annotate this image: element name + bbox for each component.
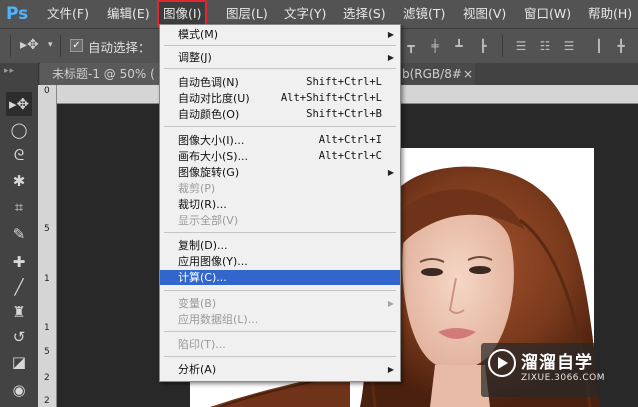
menu-separator: [164, 45, 396, 46]
ruler-mark: 2: [44, 396, 50, 406]
menu-item-adjustments[interactable]: 调整(J) ▶: [160, 50, 400, 65]
menu-item-image-size[interactable]: 图像大小(I)... Alt+Ctrl+I: [160, 133, 400, 148]
image-menu-dropdown: 模式(M) ▶ 调整(J) ▶ 自动色调(N) Shift+Ctrl+L 自动对比度(…: [159, 24, 401, 382]
distribute-top-icon[interactable]: ☰: [514, 39, 528, 53]
move-tool-icon[interactable]: ▸✥: [6, 92, 32, 116]
ruler-mark: 0: [44, 86, 50, 96]
align-bottom-icon[interactable]: ┻: [452, 39, 466, 53]
tab-close-icon[interactable]: ×: [461, 63, 475, 85]
menu-item-variables: 变量(B) ▶: [178, 297, 394, 310]
divider: [502, 35, 503, 57]
menu-view[interactable]: 视图(V): [459, 0, 510, 28]
photoshop-logo: Ps: [6, 4, 29, 24]
menu-item-canvas-size[interactable]: 画布大小(S)... Alt+Ctrl+C: [160, 149, 400, 164]
lasso-tool-icon[interactable]: ᘓ: [6, 143, 32, 167]
ruler-mark: 1: [44, 274, 50, 284]
watermark-logo-icon: [488, 349, 516, 377]
magic-wand-icon[interactable]: ✱: [6, 169, 32, 193]
menu-file[interactable]: 文件(F): [43, 0, 93, 28]
menu-item-auto-tone[interactable]: 自动色调(N) Shift+Ctrl+L: [160, 75, 400, 90]
distribute-left-icon[interactable]: ┃: [592, 39, 606, 53]
crop-tool-icon[interactable]: ⌗: [6, 195, 32, 219]
menu-item-auto-color[interactable]: 自动颜色(O) Shift+Ctrl+B: [160, 107, 400, 122]
vertical-ruler: [38, 85, 57, 407]
paint-bucket-icon[interactable]: ◉: [6, 378, 32, 402]
auto-select-label: 自动选择：: [88, 40, 151, 55]
menu-separator: [164, 126, 396, 127]
align-vcenter-icon[interactable]: ╪: [428, 39, 442, 53]
menu-edit[interactable]: 编辑(E): [103, 0, 154, 28]
menu-item-image-rotation[interactable]: 图像旋转(G) ▶: [160, 165, 400, 180]
ruler-mark: 2: [44, 373, 50, 383]
chevron-down-icon[interactable]: ▾: [48, 40, 53, 50]
divider: [60, 35, 61, 57]
menu-item-trap: 陷印(T)...: [178, 338, 226, 351]
ruler-mark: 5: [44, 224, 50, 234]
ruler-mark: 5: [44, 347, 50, 357]
menu-item-apply-image[interactable]: 应用图像(Y)...: [160, 254, 400, 269]
distribute-hcenter-icon[interactable]: ╋: [614, 39, 628, 53]
brush-tool-icon[interactable]: ╱: [6, 275, 32, 299]
move-tool-icon[interactable]: ▸✥: [20, 37, 39, 53]
distribute-bottom-icon[interactable]: ☰: [562, 39, 576, 53]
menu-item-reveal-all: 显示全部(V): [178, 214, 239, 227]
menu-help[interactable]: 帮助(H): [584, 0, 636, 28]
watermark-title: 溜溜自学: [521, 353, 593, 373]
menu-item-crop: 裁剪(P): [178, 182, 216, 195]
eraser-tool-icon[interactable]: ◪: [6, 350, 32, 374]
eyedropper-icon[interactable]: ✎: [6, 222, 32, 246]
history-brush-icon[interactable]: ↺: [6, 325, 32, 349]
panel-grip-icon[interactable]: ▸▸: [4, 66, 15, 76]
align-left-icon[interactable]: ┣: [476, 39, 490, 53]
menu-separator: [164, 68, 396, 69]
menu-filter[interactable]: 滤镜(T): [399, 0, 449, 28]
menu-separator: [164, 290, 396, 291]
clone-stamp-icon[interactable]: ♜: [6, 300, 32, 324]
menu-window[interactable]: 窗口(W): [520, 0, 575, 28]
menu-item-duplicate[interactable]: 复制(D)...: [160, 238, 400, 253]
menu-separator: [164, 356, 396, 357]
document-tab-title[interactable]: b(RGB/8#): [400, 63, 468, 85]
menu-item-trim[interactable]: 裁切(R)...: [160, 197, 400, 212]
elliptical-marquee-icon[interactable]: ◯: [6, 118, 32, 142]
menu-item-calculations[interactable]: 计算(C)...: [160, 270, 400, 285]
distribute-vcenter-icon[interactable]: ☷: [538, 39, 552, 53]
divider: [10, 35, 11, 57]
menu-item-auto-contrast[interactable]: 自动对比度(U) Alt+Shift+Ctrl+L: [160, 91, 400, 106]
healing-brush-icon[interactable]: ✚: [6, 250, 32, 274]
align-top-icon[interactable]: ┳: [404, 39, 418, 53]
menu-item-apply-data-set: 应用数据组(L)...: [178, 313, 259, 326]
menu-separator: [164, 331, 396, 332]
menu-item-analysis[interactable]: 分析(A) ▶: [160, 362, 400, 377]
auto-select-checkbox[interactable]: ✓: [70, 39, 83, 52]
watermark-url: ZIXUE.3066.COM: [521, 373, 606, 383]
ruler-mark: 1: [44, 323, 50, 333]
menu-item-mode[interactable]: 模式(M) ▶: [160, 27, 400, 42]
document-tab-untitled[interactable]: 未标题-1 @ 50% (: [40, 63, 172, 85]
menu-separator: [164, 232, 396, 233]
